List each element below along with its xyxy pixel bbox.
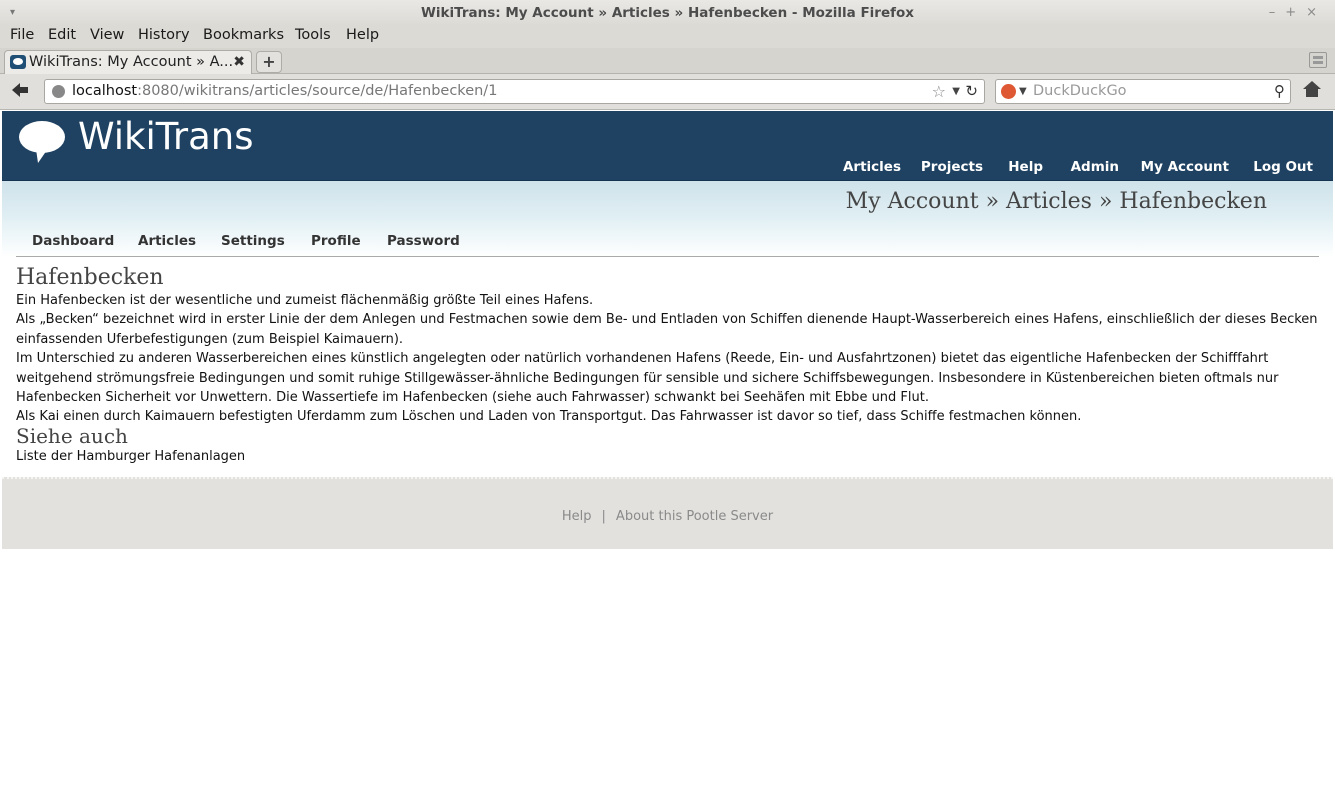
tab-close-icon[interactable]: ✖	[233, 51, 245, 73]
page-viewport: WikiTrans Articles Projects Help Admin M…	[2, 111, 1333, 797]
footer-about-link[interactable]: About this Pootle Server	[616, 509, 773, 524]
article-paragraph: Ein Hafenbecken ist der wesentliche und …	[16, 293, 594, 308]
site-footer: Help | About this Pootle Server	[2, 477, 1333, 549]
navigation-toolbar: localhost:8080/wikitrans/articles/source…	[0, 74, 1335, 110]
url-text[interactable]: localhost:8080/wikitrans/articles/source…	[72, 80, 497, 103]
article-content: Hafenbecken Ein Hafenbecken ist der wese…	[16, 265, 1321, 466]
menu-history[interactable]: History	[138, 27, 190, 43]
search-engine-dropdown-icon[interactable]: ▼	[1019, 80, 1027, 103]
tab-active[interactable]: WikiTrans: My Account » A... ✖	[4, 50, 252, 74]
window-controls[interactable]: –+×	[1269, 0, 1327, 26]
article-paragraph: Als „Becken“ bezeichnet wird in erster L…	[16, 312, 1318, 347]
url-bar[interactable]: localhost:8080/wikitrans/articles/source…	[44, 79, 985, 104]
nav-admin[interactable]: Admin	[1071, 159, 1119, 175]
menu-bookmarks[interactable]: Bookmarks	[203, 27, 284, 43]
url-history-dropdown-icon[interactable]: ▼	[952, 80, 960, 103]
speech-bubble-logo-icon	[19, 121, 65, 163]
breadcrumb: My Account » Articles » Hafenbecken	[845, 189, 1267, 214]
menu-file[interactable]: File	[10, 27, 34, 43]
tab-groups-icon[interactable]	[1309, 52, 1327, 68]
reload-icon[interactable]: ↻	[965, 80, 978, 103]
nav-articles[interactable]: Articles	[843, 159, 901, 175]
see-also-heading: Siehe auch	[16, 423, 128, 448]
subnav-settings[interactable]: Settings	[221, 233, 285, 249]
minimize-icon[interactable]: –	[1269, 5, 1286, 20]
subnav-password[interactable]: Password	[387, 233, 460, 249]
close-window-icon[interactable]: ×	[1306, 5, 1327, 20]
new-tab-button[interactable]: +	[256, 51, 282, 73]
tab-strip: WikiTrans: My Account » A... ✖ +	[0, 48, 1335, 74]
subnav-profile[interactable]: Profile	[311, 233, 361, 249]
window-titlebar: ▾ WikiTrans: My Account » Articles » Haf…	[0, 0, 1335, 26]
article-title: Hafenbecken	[16, 265, 164, 290]
back-arrow-icon	[12, 83, 28, 97]
globe-icon	[52, 85, 65, 98]
home-button[interactable]	[1302, 80, 1326, 102]
search-input[interactable]: DuckDuckGo	[1033, 80, 1127, 103]
nav-help[interactable]: Help	[1008, 159, 1043, 175]
maximize-icon[interactable]: +	[1285, 5, 1306, 20]
footer-links: Help | About this Pootle Server	[2, 509, 1333, 524]
site-header: WikiTrans Articles Projects Help Admin M…	[2, 111, 1333, 181]
footer-help-link[interactable]: Help	[562, 509, 592, 524]
subnav-divider	[16, 256, 1319, 257]
nav-my-account[interactable]: My Account	[1141, 159, 1229, 175]
see-also-text: Liste der Hamburger Hafenanlagen	[16, 448, 246, 464]
bookmark-star-icon[interactable]: ☆	[932, 80, 946, 103]
menu-help[interactable]: Help	[346, 27, 379, 43]
duckduckgo-icon[interactable]	[1001, 84, 1016, 99]
window-menu-icon[interactable]: ▾	[10, 0, 15, 26]
nav-projects[interactable]: Projects	[921, 159, 983, 175]
article-paragraph: Im Unterschied zu anderen Wasserbereiche…	[16, 351, 1279, 406]
menu-view[interactable]: View	[90, 27, 124, 43]
nav-log-out[interactable]: Log Out	[1253, 159, 1313, 175]
tab-title: WikiTrans: My Account » A...	[29, 54, 234, 70]
home-icon	[1303, 81, 1321, 97]
back-button[interactable]	[10, 81, 32, 101]
menubar: File Edit View History Bookmarks Tools H…	[0, 26, 1335, 48]
window-title: WikiTrans: My Account » Articles » Hafen…	[421, 5, 914, 21]
search-icon[interactable]: ⚲	[1274, 80, 1285, 103]
subnav-dashboard[interactable]: Dashboard	[32, 233, 114, 249]
footer-separator: |	[601, 509, 606, 524]
menu-tools[interactable]: Tools	[295, 27, 331, 43]
site-brand[interactable]: WikiTrans	[78, 115, 254, 158]
subnav-articles[interactable]: Articles	[138, 233, 196, 249]
menu-edit[interactable]: Edit	[48, 27, 76, 43]
search-bar[interactable]: ▼ DuckDuckGo ⚲	[995, 79, 1291, 104]
speech-bubble-icon	[10, 55, 26, 69]
